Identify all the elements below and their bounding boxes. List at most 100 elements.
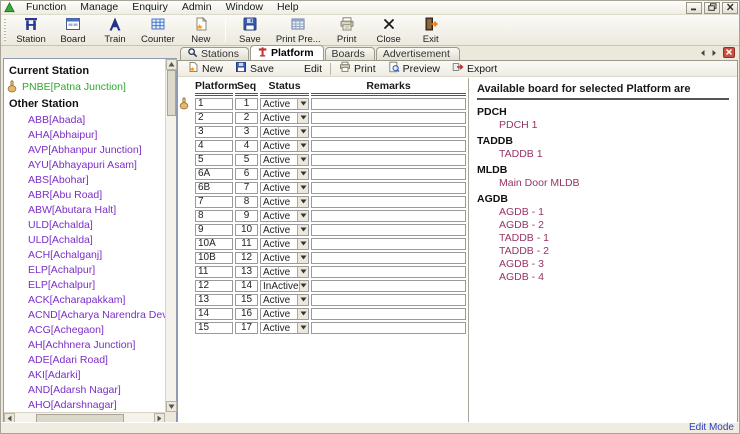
vscroll-thumb[interactable] bbox=[167, 70, 176, 116]
seq-cell[interactable]: 14 bbox=[235, 280, 258, 292]
row-selector[interactable] bbox=[180, 224, 193, 236]
close-button[interactable] bbox=[722, 2, 738, 14]
dropdown-button[interactable] bbox=[297, 155, 308, 165]
restore-button[interactable] bbox=[704, 2, 720, 14]
dropdown-button[interactable] bbox=[297, 127, 308, 137]
status-combobox[interactable]: Active bbox=[260, 182, 309, 194]
remarks-cell[interactable] bbox=[311, 252, 466, 264]
export-button[interactable]: Export bbox=[446, 59, 503, 78]
status-combobox[interactable]: InActive bbox=[260, 280, 309, 292]
dropdown-button[interactable] bbox=[297, 99, 308, 109]
row-selector[interactable] bbox=[180, 126, 193, 138]
station-list-item[interactable]: ABR[Abu Road] bbox=[4, 188, 165, 203]
seq-cell[interactable]: 7 bbox=[235, 182, 258, 194]
tab-platform[interactable]: Platform bbox=[250, 45, 324, 60]
platform-cell[interactable]: 13 bbox=[195, 294, 233, 306]
remarks-cell[interactable] bbox=[311, 224, 466, 236]
row-selector[interactable] bbox=[180, 154, 193, 166]
row-selector[interactable] bbox=[180, 266, 193, 278]
station-list-vscrollbar[interactable] bbox=[165, 59, 176, 412]
platform-cell[interactable]: 5 bbox=[195, 154, 233, 166]
seq-cell[interactable]: 2 bbox=[235, 112, 258, 124]
save-button[interactable]: Save bbox=[229, 59, 280, 78]
remarks-cell[interactable] bbox=[311, 168, 466, 180]
row-selector[interactable] bbox=[180, 196, 193, 208]
status-combobox[interactable]: Active bbox=[260, 294, 309, 306]
station-list-item[interactable]: AHA[Abhaipur] bbox=[4, 128, 165, 143]
seq-cell[interactable]: 9 bbox=[235, 210, 258, 222]
menu-manage[interactable]: Manage bbox=[73, 1, 125, 14]
remarks-cell[interactable] bbox=[311, 238, 466, 250]
dropdown-button[interactable] bbox=[297, 113, 308, 123]
dropdown-button[interactable] bbox=[297, 323, 308, 333]
station-button[interactable]: Station bbox=[10, 16, 52, 45]
platform-cell[interactable]: 8 bbox=[195, 210, 233, 222]
toolbar-grip[interactable] bbox=[3, 18, 8, 42]
scroll-up-button[interactable] bbox=[166, 59, 177, 70]
row-selector[interactable] bbox=[180, 322, 193, 334]
platform-cell[interactable]: 9 bbox=[195, 224, 233, 236]
row-selector[interactable] bbox=[180, 308, 193, 320]
menu-help[interactable]: Help bbox=[270, 1, 306, 14]
dropdown-button[interactable] bbox=[297, 211, 308, 221]
status-combobox[interactable]: Active bbox=[260, 126, 309, 138]
edit-button[interactable]: Edit bbox=[298, 61, 328, 77]
platform-cell[interactable]: 14 bbox=[195, 308, 233, 320]
row-selector[interactable] bbox=[180, 294, 193, 306]
menu-admin[interactable]: Admin bbox=[175, 1, 219, 14]
train-button[interactable]: Train bbox=[94, 16, 136, 45]
print-button[interactable]: Print bbox=[326, 16, 368, 45]
status-combobox[interactable]: Active bbox=[260, 266, 309, 278]
seq-cell[interactable]: 13 bbox=[235, 266, 258, 278]
scroll-down-button[interactable] bbox=[166, 401, 177, 412]
dropdown-button[interactable] bbox=[297, 253, 308, 263]
seq-cell[interactable]: 11 bbox=[235, 238, 258, 250]
platform-cell[interactable]: 4 bbox=[195, 140, 233, 152]
row-selector[interactable] bbox=[180, 98, 193, 110]
scroll-right-button[interactable] bbox=[710, 48, 718, 60]
remarks-cell[interactable] bbox=[311, 294, 466, 306]
station-list-item[interactable]: ABW[Abutara Halt] bbox=[4, 203, 165, 218]
seq-cell[interactable]: 6 bbox=[235, 168, 258, 180]
row-selector[interactable] bbox=[180, 280, 193, 292]
platform-cell[interactable]: 3 bbox=[195, 126, 233, 138]
remarks-cell[interactable] bbox=[311, 308, 466, 320]
remarks-cell[interactable] bbox=[311, 196, 466, 208]
seq-cell[interactable]: 5 bbox=[235, 154, 258, 166]
remarks-cell[interactable] bbox=[311, 210, 466, 222]
status-combobox[interactable]: Active bbox=[260, 168, 309, 180]
tab-close-button[interactable] bbox=[723, 47, 735, 58]
remarks-cell[interactable] bbox=[311, 140, 466, 152]
station-list-item[interactable]: AKI[Adarki] bbox=[4, 368, 165, 383]
remarks-cell[interactable] bbox=[311, 112, 466, 124]
station-list-item[interactable]: ULD[Achalda] bbox=[4, 233, 165, 248]
dropdown-button[interactable] bbox=[297, 197, 308, 207]
status-combobox[interactable]: Active bbox=[260, 140, 309, 152]
board-button[interactable]: Board bbox=[52, 16, 94, 45]
dropdown-button[interactable] bbox=[297, 225, 308, 235]
status-combobox[interactable]: Active bbox=[260, 308, 309, 320]
seq-cell[interactable]: 12 bbox=[235, 252, 258, 264]
status-combobox[interactable]: Active bbox=[260, 112, 309, 124]
station-list-item[interactable]: ULD[Achalda] bbox=[4, 218, 165, 233]
seq-cell[interactable]: 1 bbox=[235, 98, 258, 110]
status-combobox[interactable]: Active bbox=[260, 322, 309, 334]
station-list-item[interactable]: ABB[Abada] bbox=[4, 113, 165, 128]
dropdown-button[interactable] bbox=[297, 267, 308, 277]
status-combobox[interactable]: Active bbox=[260, 224, 309, 236]
current-station-item[interactable]: PNBE[Patna Junction] bbox=[4, 80, 165, 95]
station-list-item[interactable]: AND[Adarsh Nagar] bbox=[4, 383, 165, 398]
row-selector[interactable] bbox=[180, 238, 193, 250]
platform-cell[interactable]: 12 bbox=[195, 280, 233, 292]
status-combobox[interactable]: Active bbox=[260, 238, 309, 250]
minimize-button[interactable] bbox=[686, 2, 702, 14]
platform-cell[interactable]: 15 bbox=[195, 322, 233, 334]
status-combobox[interactable]: Active bbox=[260, 210, 309, 222]
new-button[interactable]: New bbox=[180, 16, 222, 45]
station-list-item[interactable]: ELP[Achalpur] bbox=[4, 278, 165, 293]
close-button[interactable]: Close bbox=[368, 16, 410, 45]
platform-cell[interactable]: 6A bbox=[195, 168, 233, 180]
platform-cell[interactable]: 10A bbox=[195, 238, 233, 250]
scroll-left-button[interactable] bbox=[699, 48, 707, 60]
station-list-item[interactable]: ACH[Achalganj] bbox=[4, 248, 165, 263]
